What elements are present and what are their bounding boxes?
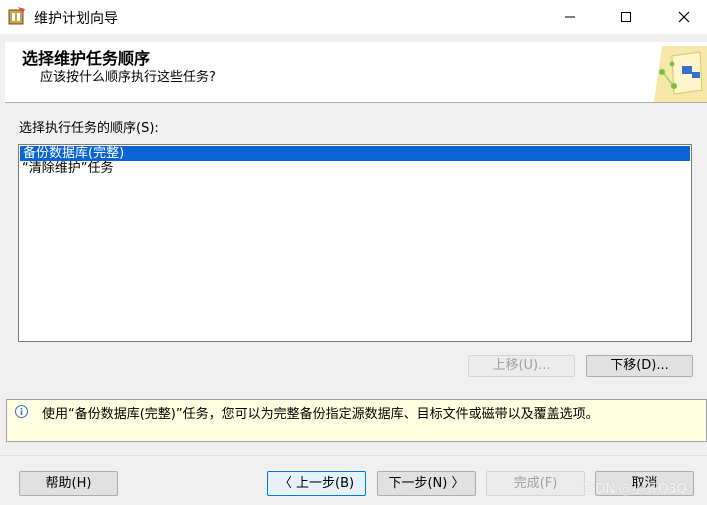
minimize-button[interactable] — [547, 0, 593, 34]
wizard-graphic-icon — [654, 46, 707, 102]
close-icon — [678, 11, 690, 23]
list-item[interactable]: “清除维护”任务 — [19, 161, 691, 176]
finish-button[interactable]: 完成(F) — [486, 471, 585, 496]
help-button[interactable]: 帮助(H) — [19, 471, 118, 496]
title-bar: 维护计划向导 — [0, 0, 707, 34]
back-button[interactable]: 〈 上一步(B) — [267, 471, 366, 496]
maximize-button[interactable] — [603, 0, 649, 34]
wizard-header: 选择维护任务顺序 应该按什么顺序执行这些任务? — [5, 42, 707, 103]
page-subtitle: 应该按什么顺序执行这些任务? — [40, 70, 216, 85]
info-text: 使用“备份数据库(完整)”任务，您可以为完整备份指定源数据库、目标文件或磁带以及… — [42, 407, 599, 422]
window-title: 维护计划向导 — [34, 11, 118, 27]
info-panel: 使用“备份数据库(完整)”任务，您可以为完整备份指定源数据库、目标文件或磁带以及… — [6, 399, 707, 442]
move-up-button[interactable]: 上移(U)... — [468, 355, 575, 377]
wizard-app-icon — [8, 7, 25, 25]
list-item[interactable]: 备份数据库(完整) — [20, 146, 690, 161]
watermark: CSDN @小开Q3Q — [578, 482, 687, 497]
next-button[interactable]: 下一步(N) 〉 — [377, 471, 476, 496]
task-order-list[interactable]: 备份数据库(完整) “清除维护”任务 — [18, 144, 692, 342]
close-button[interactable] — [661, 0, 707, 34]
minimize-icon — [565, 16, 575, 18]
task-order-label: 选择执行任务的顺序(S): — [19, 121, 159, 136]
move-down-button[interactable]: 下移(D)... — [586, 355, 693, 377]
maximize-icon — [621, 12, 631, 22]
footer-divider — [0, 455, 707, 456]
info-icon — [15, 405, 28, 418]
